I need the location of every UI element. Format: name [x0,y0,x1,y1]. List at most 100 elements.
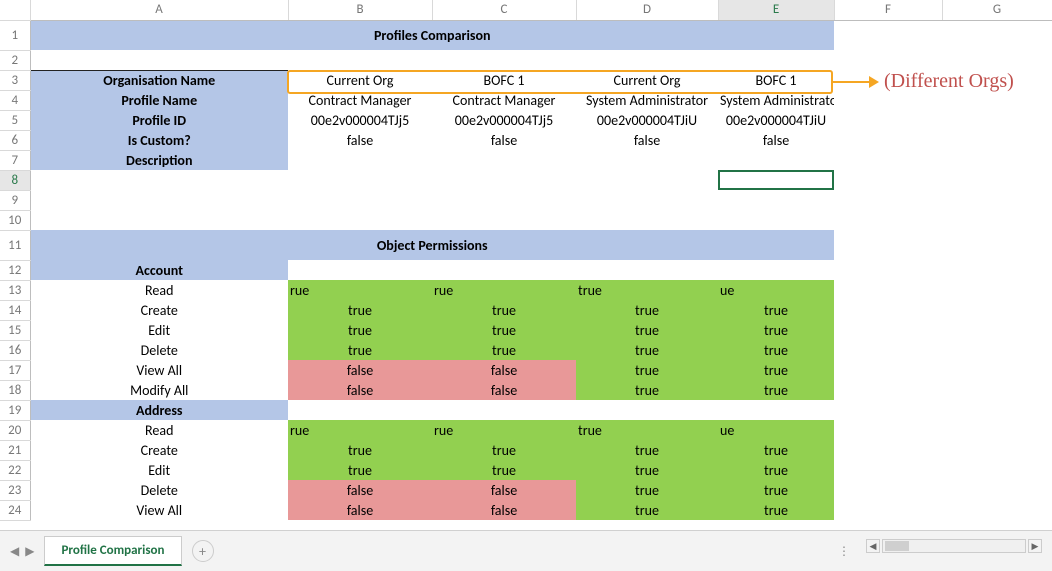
perm-value[interactable]: true [432,440,576,460]
cell[interactable] [942,460,1052,480]
tab-nav-left-icon[interactable]: ◀ [10,544,19,559]
value-cell[interactable]: 00e2v000004TJiU [718,110,834,130]
perm-value[interactable]: true [288,440,432,460]
cell[interactable] [834,90,942,110]
cell[interactable] [942,150,1052,170]
value-cell[interactable] [288,150,432,170]
perm-value[interactable]: true [576,320,718,340]
cell[interactable] [834,110,942,130]
row-header[interactable]: 9 [0,190,30,210]
perm-value[interactable]: true [288,340,432,360]
perm-value[interactable]: true [718,460,834,480]
cell[interactable] [942,230,1052,260]
row-header[interactable]: 15 [0,320,30,340]
perm-value[interactable]: ue [718,280,834,300]
tab-nav-right-icon[interactable]: ▶ [25,544,34,559]
perm-value[interactable]: true [718,440,834,460]
perm-value[interactable]: true [718,300,834,320]
row-header[interactable]: 21 [0,440,30,460]
row-header[interactable]: 14 [0,300,30,320]
cell[interactable] [834,360,942,380]
value-cell[interactable]: 00e2v000004TJiU [576,110,718,130]
cell[interactable] [834,300,942,320]
value-cell[interactable] [432,150,576,170]
perm-value[interactable]: true [718,360,834,380]
sheet-tab-active[interactable]: Profile Comparison [44,536,181,566]
cell[interactable] [942,300,1052,320]
row-header[interactable]: 13 [0,280,30,300]
perm-value[interactable]: false [288,480,432,500]
row-header[interactable]: 18 [0,380,30,400]
cell[interactable] [834,320,942,340]
row-header[interactable]: 2 [0,50,30,70]
cell[interactable] [30,210,1052,230]
value-cell[interactable] [718,150,834,170]
row-header[interactable]: 10 [0,210,30,230]
row-header[interactable]: 16 [0,340,30,360]
value-cell[interactable]: Current Org [576,70,718,90]
cell[interactable] [942,110,1052,130]
perm-value[interactable]: ue [718,420,834,440]
value-cell[interactable]: 00e2v000004TJj5 [288,110,432,130]
row-header[interactable]: 22 [0,460,30,480]
cell[interactable] [718,260,834,280]
perm-value[interactable]: true [576,340,718,360]
perm-value[interactable]: false [288,380,432,400]
cell[interactable] [942,130,1052,150]
cell[interactable] [576,50,718,70]
col-header[interactable]: C [432,0,576,20]
tab-menu-icon[interactable]: ⋮ [838,544,852,559]
perm-value[interactable]: true [718,320,834,340]
cell[interactable] [942,340,1052,360]
cell[interactable] [834,150,942,170]
perm-value[interactable]: true [576,460,718,480]
perm-value[interactable]: true [576,380,718,400]
cell[interactable] [718,400,834,420]
cell[interactable] [942,420,1052,440]
new-sheet-button[interactable]: + [192,540,214,562]
perm-value[interactable]: true [576,480,718,500]
cell[interactable] [834,280,942,300]
row-header[interactable]: 17 [0,360,30,380]
cell[interactable] [30,170,288,190]
cell[interactable] [288,400,432,420]
value-cell[interactable] [576,150,718,170]
cell[interactable] [834,480,942,500]
row-header[interactable]: 20 [0,420,30,440]
cell[interactable] [834,420,942,440]
value-cell[interactable]: System Administrator [576,90,718,110]
cell[interactable] [942,380,1052,400]
value-cell[interactable]: Current Org [288,70,432,90]
value-cell[interactable]: Contract Manager [288,90,432,110]
perm-value[interactable]: rue [432,420,576,440]
row-header[interactable]: 3 [0,70,30,90]
cell[interactable] [942,320,1052,340]
col-header[interactable]: A [30,0,288,20]
perm-value[interactable]: true [432,340,576,360]
cell[interactable] [942,400,1052,420]
cell[interactable] [30,190,1052,210]
perm-value[interactable]: true [576,420,718,440]
col-header[interactable]: G [942,0,1052,20]
value-cell[interactable]: false [576,130,718,150]
perm-value[interactable]: false [288,360,432,380]
cell[interactable] [288,260,432,280]
perm-value[interactable]: true [576,360,718,380]
select-all-corner[interactable] [0,0,30,20]
scroll-right-icon[interactable]: ▶ [1028,539,1042,553]
perm-value[interactable]: false [288,500,432,520]
row-header[interactable]: 24 [0,500,30,520]
cell[interactable] [834,460,942,480]
perm-value[interactable]: false [432,360,576,380]
row-header[interactable]: 6 [0,130,30,150]
value-cell[interactable]: false [432,130,576,150]
perm-value[interactable]: true [576,440,718,460]
perm-value[interactable]: rue [288,420,432,440]
perm-value[interactable]: true [718,380,834,400]
col-header[interactable]: E [718,0,834,20]
cell[interactable] [942,480,1052,500]
cell[interactable] [576,170,718,190]
cell[interactable] [576,260,718,280]
row-header[interactable]: 7 [0,150,30,170]
perm-value[interactable]: false [432,380,576,400]
